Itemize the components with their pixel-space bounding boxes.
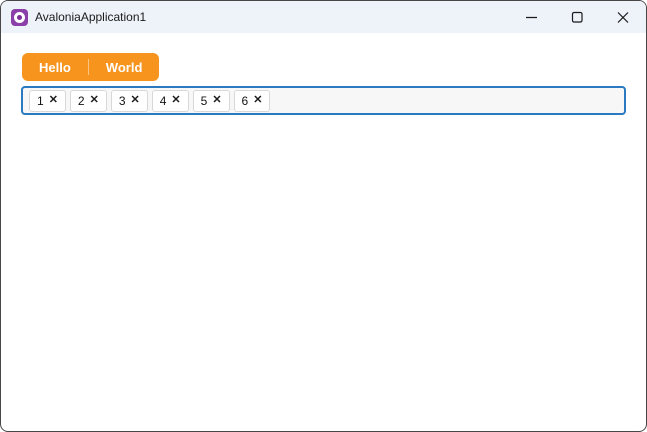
- chip-5: 5 ✕: [192, 89, 230, 112]
- tab-hello[interactable]: Hello: [22, 53, 88, 81]
- chip-label: 2: [77, 93, 85, 108]
- titlebar[interactable]: AvaloniaApplication1: [1, 1, 646, 33]
- window-content: Hello World 1 ✕ 2 ✕ 3 ✕ 4 ✕ 5 ✕ 6 ✕: [1, 33, 646, 115]
- chip-close-button[interactable]: ✕: [253, 95, 262, 106]
- chip-1: 1 ✕: [29, 89, 66, 112]
- chip-close-button[interactable]: ✕: [171, 95, 180, 106]
- avalonia-logo-ring: [14, 11, 25, 23]
- close-button[interactable]: [600, 1, 646, 33]
- minimize-icon: [526, 16, 537, 19]
- tab-strip: Hello World: [22, 53, 160, 81]
- chip-2: 2 ✕: [69, 89, 107, 112]
- avalonia-logo-icon: [11, 8, 28, 26]
- chip-label: 5: [200, 93, 208, 108]
- chip-label: 3: [118, 93, 126, 108]
- chip-label: 6: [241, 93, 249, 108]
- tab-world-label: World: [105, 59, 143, 75]
- window-title: AvaloniaApplication1: [35, 10, 147, 24]
- maximize-icon: [571, 11, 583, 23]
- chip-close-button[interactable]: ✕: [49, 95, 58, 106]
- chip-3: 3 ✕: [110, 89, 148, 112]
- minimize-button[interactable]: [508, 1, 554, 33]
- chip-label: 4: [159, 93, 167, 108]
- chip-close-button[interactable]: ✕: [90, 95, 99, 106]
- chip-close-button[interactable]: ✕: [131, 95, 140, 106]
- chip-label: 1: [37, 93, 44, 108]
- chip-4: 4 ✕: [151, 89, 189, 112]
- app-window: AvaloniaApplication1 Hello World 1 ✕ 2 ✕…: [0, 0, 647, 432]
- chip-close-button[interactable]: ✕: [212, 95, 221, 106]
- chip-6: 6 ✕: [233, 89, 271, 112]
- close-icon: [617, 12, 629, 23]
- maximize-button[interactable]: [554, 1, 600, 33]
- tab-world[interactable]: World: [89, 53, 160, 81]
- tab-hello-label: Hello: [39, 59, 71, 75]
- tags-input[interactable]: 1 ✕ 2 ✕ 3 ✕ 4 ✕ 5 ✕ 6 ✕: [21, 86, 626, 115]
- avalonia-logo-dot: [17, 14, 22, 20]
